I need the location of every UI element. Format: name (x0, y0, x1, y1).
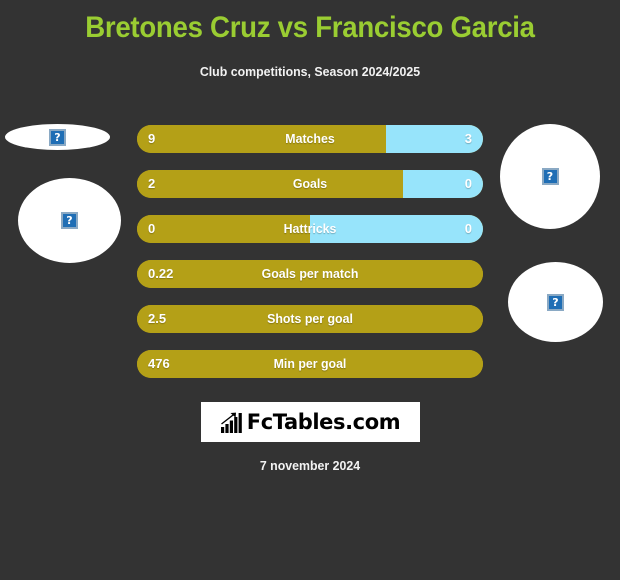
stat-away-value: 0 (464, 176, 472, 191)
page-title: Bretones Cruz vs Francisco Garcia (85, 11, 535, 44)
player-photo-left-top: ? (5, 124, 110, 150)
stat-away-value: 3 (464, 131, 472, 146)
player-photo-right-top: ? (500, 124, 600, 229)
stat-label: Min per goal (273, 356, 347, 371)
broken-image-icon: ? (541, 168, 559, 185)
stat-label: Hattricks (283, 221, 337, 236)
stat-label: Matches (285, 131, 335, 146)
player-photo-left-bottom: ? (18, 178, 121, 263)
page-subtitle: Club competitions, Season 2024/2025 (199, 64, 421, 79)
infographic-canvas: Bretones Cruz vs Francisco Garcia Club c… (0, 0, 620, 580)
player-photo-right-bottom: ? (508, 262, 603, 342)
stats-comparison-list: 9 Matches 3 2 Goals 0 0 Hattricks 0 0.22 Goals per… (137, 125, 483, 395)
stat-row: 0.22 Goals per match (137, 260, 483, 288)
fctables-logo-text: FcTables.com (246, 410, 401, 434)
stat-label: Goals (292, 176, 328, 191)
stat-label: Shots per goal (267, 311, 353, 326)
stat-row: 2.5 Shots per goal (137, 305, 483, 333)
stat-row: 476 Min per goal (137, 350, 483, 378)
fctables-logo[interactable]: FcTables.com (201, 402, 420, 442)
broken-image-icon: ? (547, 293, 564, 311)
stat-away-value: 0 (464, 221, 472, 236)
broken-image-icon: ? (49, 128, 66, 146)
stat-row: 2 Goals 0 (137, 170, 483, 198)
stat-row: 9 Matches 3 (137, 125, 483, 153)
stat-label: Goals per match (261, 266, 359, 281)
report-date: 7 november 2024 (259, 458, 361, 473)
bar-chart-growth-icon (220, 412, 242, 433)
broken-image-icon: ? (61, 212, 78, 229)
stat-row: 0 Hattricks 0 (137, 215, 483, 243)
